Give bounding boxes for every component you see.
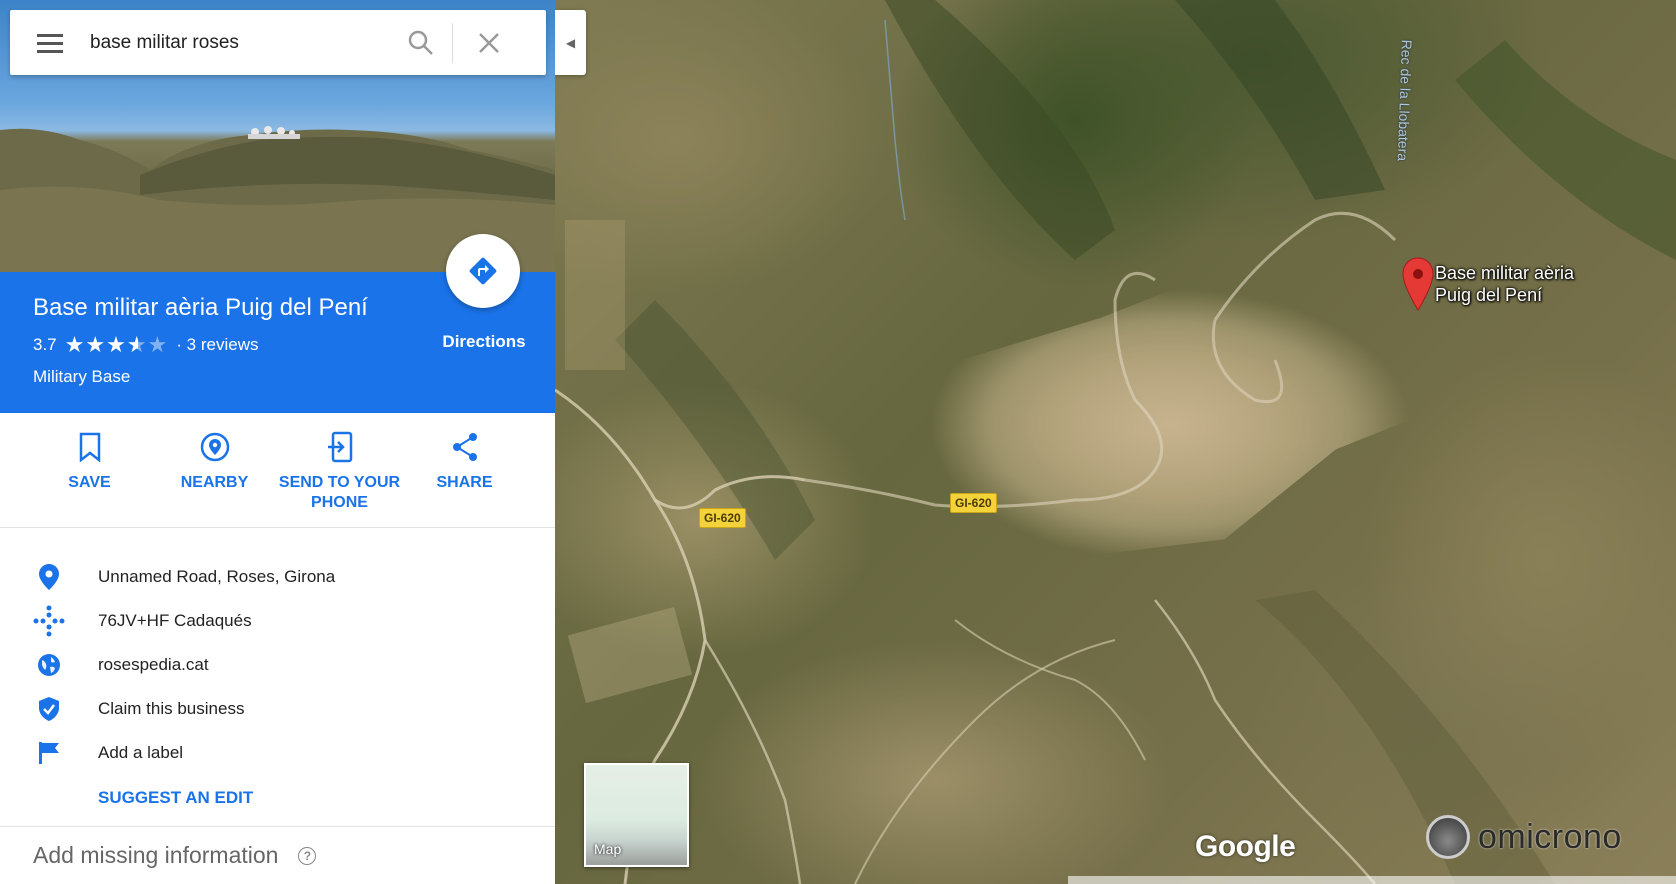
nearby-pin-icon (200, 432, 229, 462)
send-label-line1: SEND TO YOUR (278, 474, 401, 491)
map-layer-toggle[interactable]: Map (584, 763, 689, 867)
help-icon[interactable]: ? (298, 846, 317, 865)
action-bar: SAVE NEARBY SEND TO YOUR PHONE SHARE (0, 413, 555, 528)
claim-business-text: Claim this business (98, 699, 245, 718)
omicrono-text: omicrono (1478, 817, 1622, 856)
map-pin-label[interactable]: Base militar aèria Puig del Pení (1435, 262, 1574, 306)
road-label-gi620-east: GI-620 (950, 493, 997, 513)
directions-label[interactable]: Directions (432, 332, 536, 352)
collapse-arrow-icon: ◀ (565, 35, 576, 50)
plus-code-row[interactable]: 76JV+HF Cadaqués (0, 599, 555, 643)
website-link[interactable]: rosespedia.cat (98, 655, 209, 675)
address-text: Unnamed Road, Roses, Girona (98, 567, 336, 586)
location-marker-icon[interactable] (1401, 256, 1435, 312)
location-pin-icon (39, 564, 59, 590)
bookmark-icon (79, 432, 100, 462)
search-button[interactable] (390, 10, 452, 75)
add-label-text: Add a label (98, 743, 184, 762)
share-icon (452, 433, 477, 461)
share-label: SHARE (436, 474, 493, 491)
directions-icon (469, 257, 497, 285)
rating-row: 3.7 ★★★★ ★ ★ · 3 reviews (33, 332, 258, 358)
add-missing-info-text: Add missing information (33, 842, 279, 868)
reviews-link[interactable]: · 3 reviews (176, 335, 258, 355)
save-button[interactable]: SAVE (27, 413, 152, 527)
send-label-line2: PHONE (311, 494, 368, 511)
claim-row[interactable]: Claim this business (0, 687, 555, 731)
add-missing-info-heading: Add missing information ? (33, 842, 317, 869)
clear-search-button[interactable] (453, 10, 525, 75)
nearby-label: NEARBY (180, 474, 249, 491)
minimap-label: Map (594, 841, 622, 857)
address-row[interactable]: Unnamed Road, Roses, Girona (0, 555, 555, 599)
close-icon (479, 32, 499, 53)
hamburger-menu-icon (37, 33, 63, 53)
map-pin-label-line1: Base militar aèria (1435, 263, 1575, 283)
add-label-row[interactable]: Add a label (0, 731, 555, 775)
nearby-button[interactable]: NEARBY (152, 413, 277, 527)
rating-value: 3.7 (33, 335, 57, 354)
send-to-phone-icon (327, 431, 352, 463)
place-category[interactable]: Military Base (33, 367, 130, 387)
flag-icon (39, 742, 59, 764)
menu-button[interactable] (10, 10, 90, 75)
collapse-panel-button[interactable]: ◀ (555, 10, 586, 75)
plus-code-icon (33, 605, 65, 637)
directions-button[interactable] (446, 234, 520, 308)
google-logo: Google (1195, 830, 1296, 863)
search-input[interactable] (90, 22, 390, 63)
verified-shield-icon (39, 697, 59, 721)
website-row[interactable]: rosespedia.cat (0, 643, 555, 687)
suggest-edit-button[interactable]: SUGGEST AN EDIT (98, 788, 253, 808)
omicrono-watermark: omicrono (1426, 815, 1622, 859)
base-roads-layer (804, 211, 1397, 509)
share-button[interactable]: SHARE (402, 413, 527, 527)
search-icon (408, 30, 433, 55)
place-panel: Base militar aèria Puig del Pení 3.7 ★★★… (0, 0, 555, 884)
map-pin-label-line2: Puig del Pení (1435, 285, 1543, 305)
plus-code-text: 76JV+HF Cadaqués (98, 611, 252, 630)
road-label-gi620-west: GI-620 (699, 508, 746, 528)
place-title: Base militar aèria Puig del Pení (33, 294, 368, 321)
place-info-list: Unnamed Road, Roses, Girona 76JV+HF Cada… (0, 555, 555, 775)
omicrono-logo-icon (1426, 815, 1470, 859)
map-attribution-bar (1068, 876, 1676, 884)
satellite-map[interactable]: GI-620 GI-620 Rec de la Llobatera Base m… (555, 0, 1676, 884)
globe-icon (38, 654, 60, 676)
section-divider (0, 826, 555, 827)
search-box (10, 10, 546, 75)
rating-stars[interactable]: ★★★★ ★ ★ (65, 332, 169, 358)
save-label: SAVE (68, 474, 111, 491)
send-to-phone-button[interactable]: SEND TO YOUR PHONE (277, 413, 402, 527)
